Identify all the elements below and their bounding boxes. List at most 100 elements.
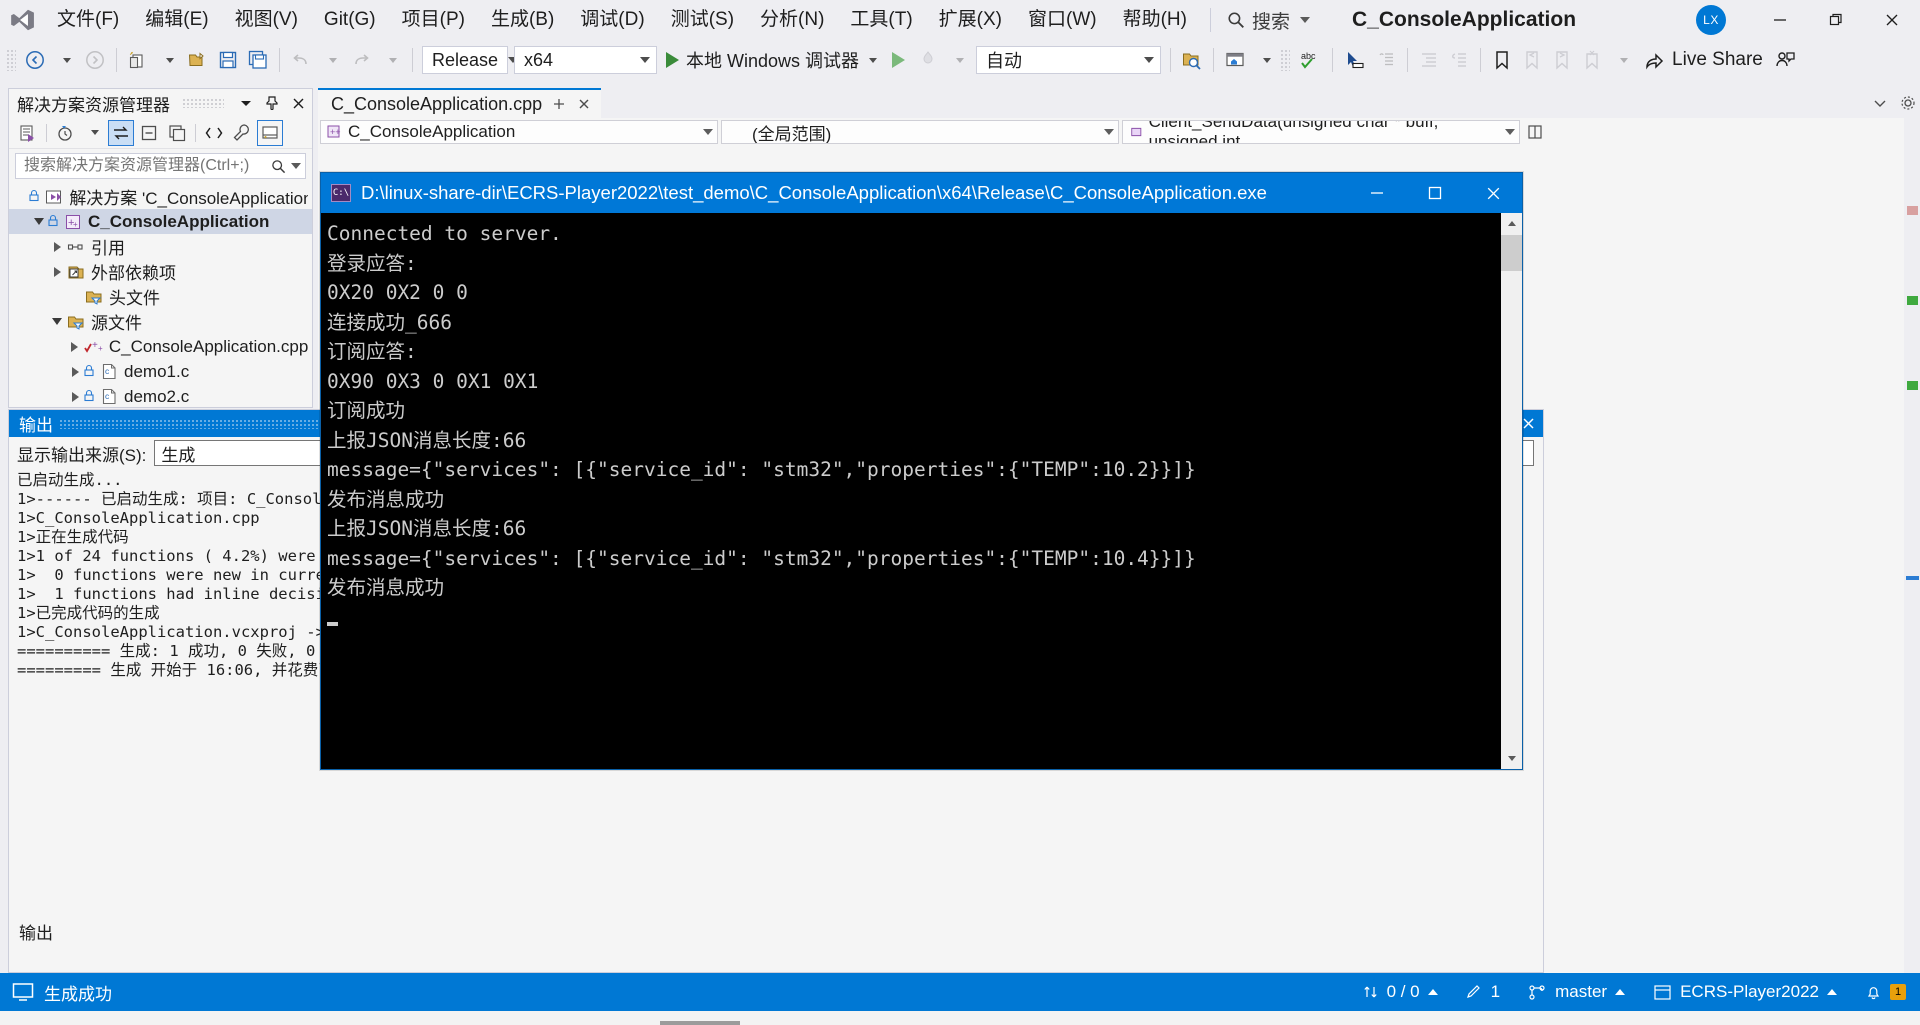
undo-button[interactable] xyxy=(286,44,316,76)
search-input[interactable] xyxy=(22,156,271,176)
scroll-thumb[interactable] xyxy=(1501,235,1522,271)
expand-arrow-down-icon[interactable] xyxy=(31,209,47,234)
live-share-button[interactable]: Live Share xyxy=(1637,44,1769,76)
project-combo[interactable]: ++ C_ConsoleApplication xyxy=(320,120,718,144)
avatar[interactable]: LX xyxy=(1696,5,1726,35)
undo-dropdown[interactable] xyxy=(316,44,346,76)
member-combo[interactable]: Client_SendData(unsigned char * buff, un… xyxy=(1122,120,1520,144)
tree-node-7[interactable]: c demo1.c xyxy=(9,359,312,384)
bookmark-dropdown[interactable] xyxy=(1607,44,1637,76)
status-pending-changes-cell[interactable]: 1 xyxy=(1452,973,1514,1011)
solution-configuration-combo[interactable]: Release xyxy=(422,46,519,74)
show-all-files-button[interactable] xyxy=(164,120,190,146)
status-branch-cell[interactable]: master xyxy=(1514,973,1639,1011)
toggle-bookmark-button[interactable] xyxy=(1487,44,1517,76)
tree-node-2[interactable]: 引用 xyxy=(9,234,312,259)
scope-combo[interactable]: (全局范围) xyxy=(721,120,1119,144)
close-panel-button[interactable] xyxy=(288,93,308,113)
status-notifications-cell[interactable]: 1 xyxy=(1851,973,1920,1011)
hot-reload-button[interactable] xyxy=(913,44,943,76)
tab-c-consoleapplication-cpp[interactable]: C_ConsoleApplication.cpp xyxy=(318,88,602,118)
menu-item-9[interactable]: 工具(T) xyxy=(837,0,925,40)
sync-with-active-document-button[interactable] xyxy=(108,119,134,146)
properties-button[interactable] xyxy=(229,120,255,146)
window-menu-button[interactable] xyxy=(236,93,256,113)
tree-node-3[interactable]: 外部依赖项 xyxy=(9,259,312,284)
preview-selected-items-button[interactable] xyxy=(257,119,283,146)
hot-reload-dropdown[interactable] xyxy=(943,44,973,76)
expand-arrow-down-icon[interactable] xyxy=(49,309,65,334)
next-bookmark-button[interactable] xyxy=(1547,44,1577,76)
menu-item-7[interactable]: 测试(S) xyxy=(658,0,747,40)
menu-item-12[interactable]: 帮助(H) xyxy=(1110,0,1200,40)
navigate-backward-button[interactable] xyxy=(20,44,50,76)
tree-node-5[interactable]: 源文件 xyxy=(9,309,312,334)
status-sync-cell[interactable]: 0 / 0 xyxy=(1349,973,1452,1011)
new-project-dropdown[interactable] xyxy=(153,44,183,76)
menu-item-6[interactable]: 调试(D) xyxy=(567,0,657,40)
view-code-button[interactable] xyxy=(201,120,227,146)
scroll-up-button[interactable] xyxy=(1501,213,1522,235)
live-share-participants-button[interactable] xyxy=(1769,44,1801,76)
menu-item-3[interactable]: Git(G) xyxy=(311,0,389,40)
open-file-button[interactable] xyxy=(183,44,213,76)
redo-button[interactable] xyxy=(346,44,376,76)
start-without-debugging-button[interactable] xyxy=(883,44,913,76)
menu-item-4[interactable]: 项目(P) xyxy=(389,0,478,40)
close-icon[interactable] xyxy=(576,96,592,112)
solution-platform-combo[interactable]: x64 xyxy=(514,46,657,74)
scroll-down-button[interactable] xyxy=(1501,747,1522,769)
new-project-button[interactable] xyxy=(123,44,153,76)
start-debugging-button[interactable]: 本地 Windows 调试器 xyxy=(660,44,883,76)
debug-target-combo[interactable]: 自动 xyxy=(976,46,1162,74)
console-title-bar[interactable]: C:\ D:\linux-share-dir\ECRS-Player2022\t… xyxy=(321,173,1522,213)
navigate-backward-dropdown[interactable] xyxy=(50,44,80,76)
save-button[interactable] xyxy=(213,44,243,76)
menu-item-8[interactable]: 分析(N) xyxy=(747,0,837,40)
comment-selection-button[interactable] xyxy=(1371,44,1401,76)
save-all-button[interactable] xyxy=(243,44,273,76)
tree-node-4[interactable]: 头文件 xyxy=(9,284,312,309)
clear-bookmarks-button[interactable] xyxy=(1577,44,1607,76)
tree-node-0[interactable]: 解决方案 'C_ConsoleApplication' (1 个 xyxy=(9,184,312,209)
expand-arrow-right-icon[interactable] xyxy=(67,334,83,359)
expand-arrow-right-icon[interactable] xyxy=(49,259,65,284)
menu-item-2[interactable]: 视图(V) xyxy=(222,0,311,40)
status-repo-cell[interactable]: ECRS-Player2022 xyxy=(1639,973,1851,1011)
console-close-button[interactable] xyxy=(1464,173,1522,213)
menu-item-10[interactable]: 扩展(X) xyxy=(926,0,1015,40)
menu-item-5[interactable]: 生成(B) xyxy=(478,0,567,40)
menu-item-1[interactable]: 编辑(E) xyxy=(132,0,221,40)
console-maximize-button[interactable] xyxy=(1406,173,1464,213)
toolbar-grip[interactable] xyxy=(6,49,16,71)
pin-icon[interactable] xyxy=(551,96,567,112)
global-search[interactable]: 搜索 xyxy=(1221,7,1316,34)
select-tool-button[interactable] xyxy=(1339,44,1371,76)
expand-arrow-right-icon[interactable] xyxy=(67,359,83,384)
expand-arrow-right-icon[interactable] xyxy=(67,384,83,409)
menu-item-0[interactable]: 文件(F) xyxy=(44,0,132,40)
solution-explorer-home-dropdown[interactable] xyxy=(1250,44,1280,76)
tree-node-1[interactable]: + + C_ConsoleApplication xyxy=(9,209,312,234)
navigate-forward-button[interactable] xyxy=(80,44,110,76)
pending-changes-dropdown[interactable] xyxy=(80,120,106,146)
tree-node-6[interactable]: + + C_ConsoleApplication.cpp xyxy=(9,334,312,359)
decrease-indent-button[interactable] xyxy=(1444,44,1474,76)
maximize-restore-button[interactable] xyxy=(1808,0,1864,40)
console-scrollbar[interactable] xyxy=(1500,213,1522,769)
minimize-button[interactable] xyxy=(1752,0,1808,40)
split-view-icon[interactable] xyxy=(1527,124,1543,140)
expand-arrow-right-icon[interactable] xyxy=(49,234,65,259)
scroll-map-strip[interactable] xyxy=(1904,116,1920,973)
tree-node-8[interactable]: c demo2.c xyxy=(9,384,312,409)
console-minimize-button[interactable] xyxy=(1348,173,1406,213)
menu-item-11[interactable]: 窗口(W) xyxy=(1015,0,1110,40)
close-button[interactable] xyxy=(1864,0,1920,40)
previous-bookmark-button[interactable] xyxy=(1517,44,1547,76)
solution-explorer-search[interactable] xyxy=(15,153,306,179)
solution-explorer-home-button[interactable] xyxy=(1220,44,1250,76)
console-window[interactable]: C:\ D:\linux-share-dir\ECRS-Player2022\t… xyxy=(320,172,1523,770)
gear-icon[interactable] xyxy=(1900,95,1916,111)
solution-explorer-code-view-button[interactable] xyxy=(15,120,41,146)
chevron-down-icon[interactable] xyxy=(1872,95,1888,111)
